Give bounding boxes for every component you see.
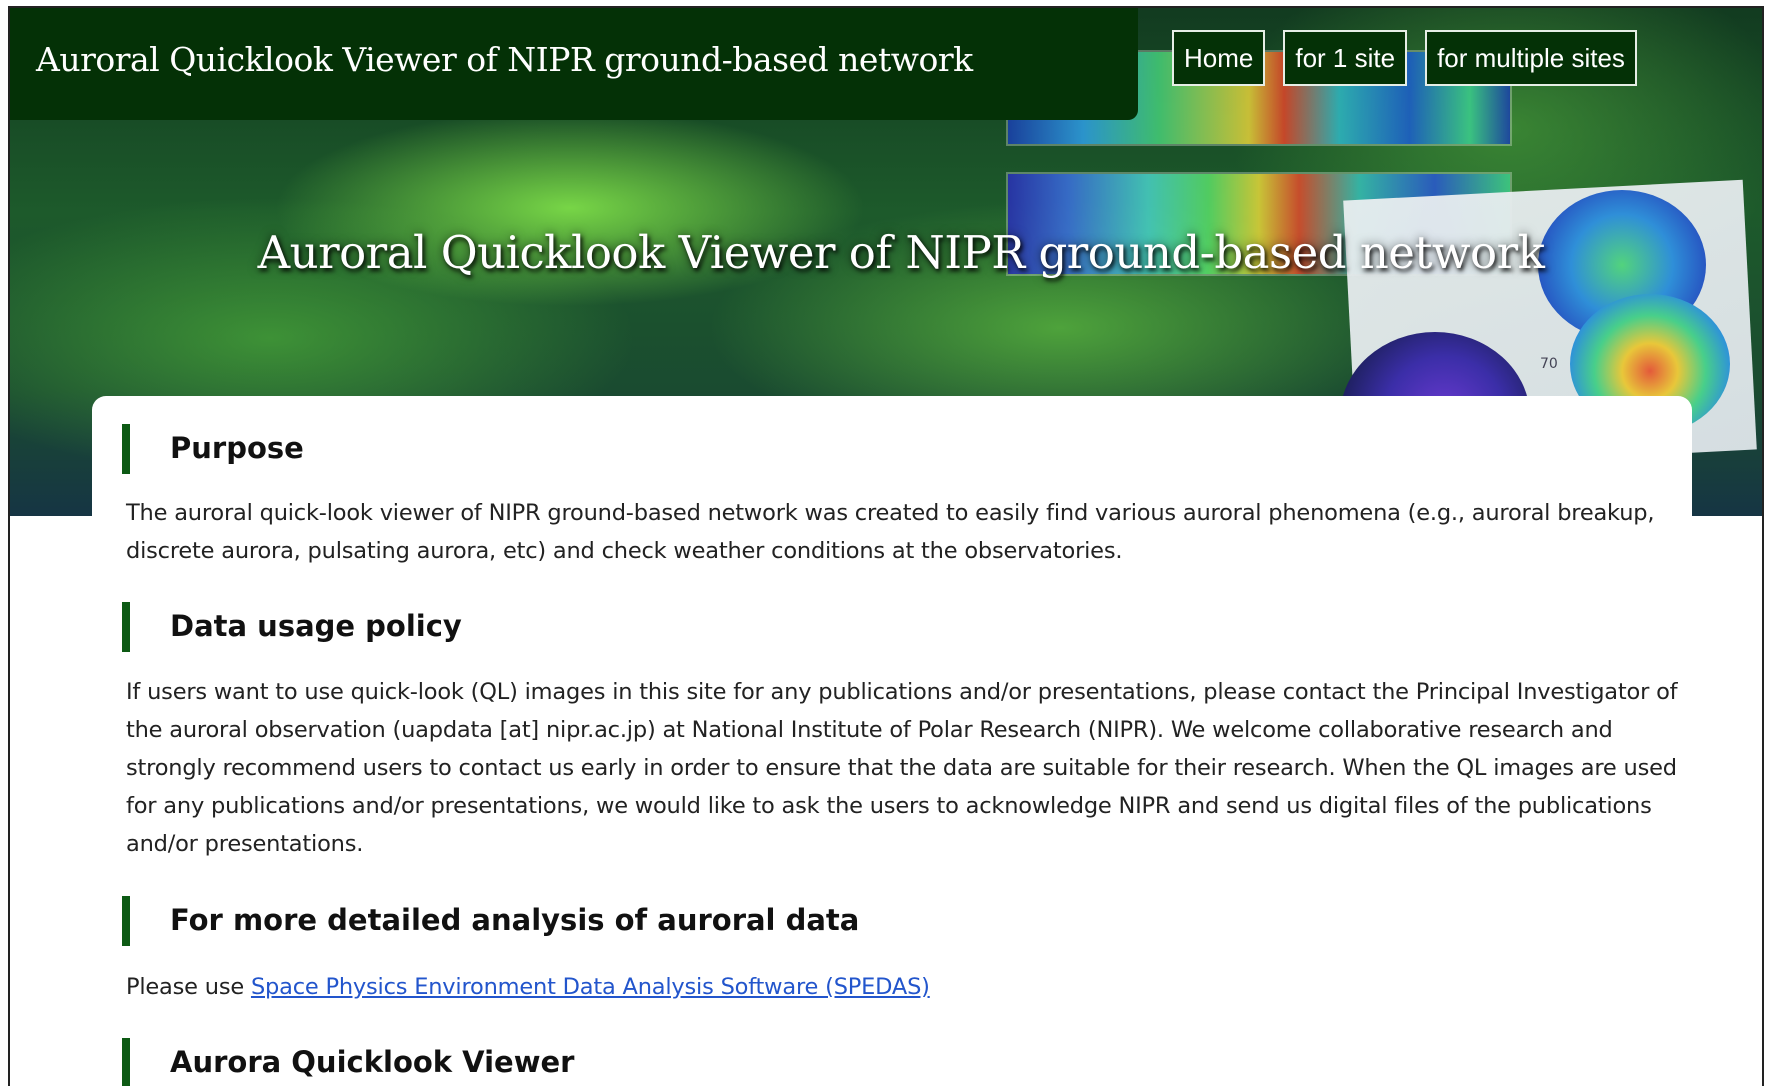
viewer-heading: Aurora Quicklook Viewer: [122, 1038, 574, 1086]
hero-heading: Auroral Quicklook Viewer of NIPR ground-…: [257, 226, 1545, 279]
main-nav: Home for 1 site for multiple sites: [1172, 30, 1637, 86]
policy-heading: Data usage policy: [122, 602, 462, 652]
browser-frame: 70 Auroral Quicklook Viewer of NIPR grou…: [8, 6, 1764, 1086]
analysis-prefix: Please use: [126, 974, 251, 1000]
site-title[interactable]: Auroral Quicklook Viewer of NIPR ground-…: [36, 40, 973, 79]
content-card: Purpose The auroral quick-look viewer of…: [92, 396, 1692, 1086]
policy-text: If users want to use quick-look (QL) ima…: [126, 679, 1678, 857]
nav-home-button[interactable]: Home: [1172, 30, 1266, 86]
analysis-text: Please use Space Physics Environment Dat…: [126, 968, 1686, 1006]
top-bar: Auroral Quicklook Viewer of NIPR ground-…: [10, 8, 1138, 120]
analysis-heading: For more detailed analysis of auroral da…: [122, 896, 859, 946]
purpose-heading: Purpose: [122, 424, 304, 474]
nav-one-site-button[interactable]: for 1 site: [1283, 30, 1408, 86]
nav-multiple-sites-button[interactable]: for multiple sites: [1425, 30, 1637, 86]
map-latitude-label: 70: [1540, 356, 1558, 372]
spedas-link[interactable]: Space Physics Environment Data Analysis …: [251, 974, 930, 1000]
purpose-text: The auroral quick-look viewer of NIPR gr…: [126, 500, 1655, 564]
